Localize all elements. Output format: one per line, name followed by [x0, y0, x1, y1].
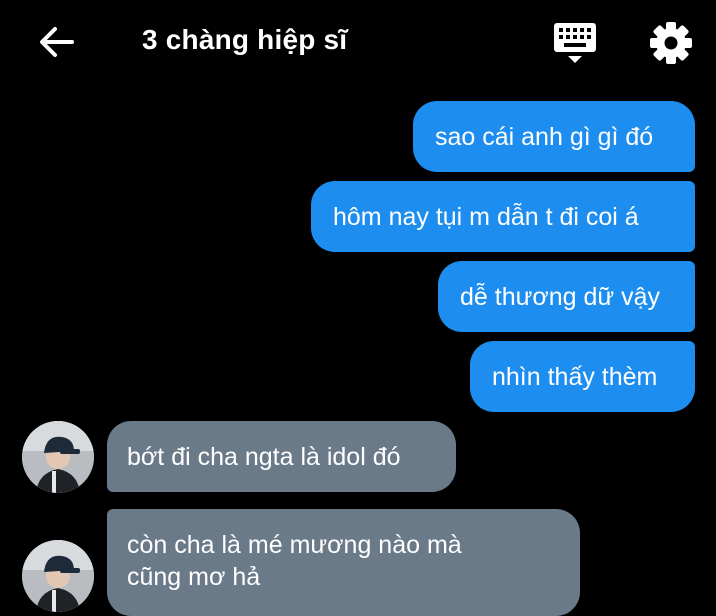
outgoing-message[interactable]: dễ thương dữ vậy — [438, 261, 695, 332]
outgoing-message[interactable]: hôm nay tụi m dẫn t đi coi á — [311, 181, 695, 252]
avatar-photo — [22, 540, 94, 612]
incoming-message[interactable]: bớt đi cha ngta là idol đó — [107, 421, 456, 492]
avatar[interactable] — [22, 421, 94, 493]
avatar-photo — [22, 421, 94, 493]
settings-button[interactable] — [644, 16, 698, 70]
message-line: cũng mơ hả — [127, 563, 261, 591]
outgoing-message[interactable]: nhìn thấy thèm — [470, 341, 695, 412]
message-text: bớt đi cha ngta là idol đó — [127, 442, 401, 471]
keyboard-icon — [554, 23, 596, 63]
chat-title: 3 chàng hiệp sĩ — [142, 24, 348, 55]
message-text: nhìn thấy thèm — [492, 362, 658, 391]
gear-icon — [650, 22, 692, 64]
incoming-message[interactable]: còn cha là mé mương nào mà cũng mơ hả — [107, 509, 580, 616]
back-button[interactable] — [34, 22, 78, 62]
keyboard-button[interactable] — [550, 20, 600, 66]
message-text: sao cái anh gì gì đó — [435, 122, 654, 151]
avatar[interactable] — [22, 540, 94, 612]
chat-header: 3 chàng hiệp sĩ — [0, 0, 716, 86]
message-line: còn cha là mé mương nào mà — [127, 531, 462, 559]
message-text: hôm nay tụi m dẫn t đi coi á — [333, 202, 639, 231]
message-text: còn cha là mé mương nào mà cũng mơ hả — [127, 529, 462, 593]
outgoing-message[interactable]: sao cái anh gì gì đó — [413, 101, 695, 172]
arrow-left-icon — [40, 27, 74, 57]
message-text: dễ thương dữ vậy — [460, 282, 660, 311]
